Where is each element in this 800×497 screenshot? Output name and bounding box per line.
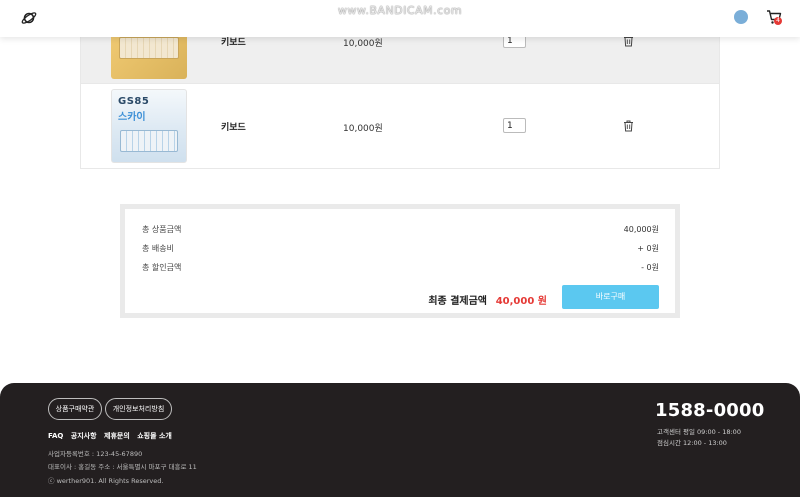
footer-links: FAQ 공지사항 제휴문의 쇼핑몰 소개 xyxy=(48,431,177,441)
final-payment-amount: 40,000 원 xyxy=(495,296,547,307)
quantity-input[interactable] xyxy=(503,118,526,133)
footer-link-faq[interactable]: FAQ xyxy=(48,432,63,440)
product-thumbnail[interactable]: GS85 스카이 xyxy=(111,89,187,163)
user-avatar-icon[interactable] xyxy=(734,10,748,24)
site-footer: 상품구매약관 개인정보처리방침 FAQ 공지사항 제휴문의 쇼핑몰 소개 사업자… xyxy=(0,383,800,497)
cart-item-row: GS85 스카이 키보드 10,000원 xyxy=(80,84,720,169)
product-price: 10,000원 xyxy=(343,124,383,134)
thumbnail-text: 스카이 xyxy=(118,112,146,123)
summary-value: - 0원 xyxy=(641,263,659,272)
cart-page: www.BANDICAM.com 4 키보드 10,000원 GS85 스 xyxy=(0,0,800,497)
final-payment: 최종 결제금액 40,000 원 바로구매 xyxy=(125,285,675,311)
site-header: www.BANDICAM.com 4 xyxy=(0,0,800,37)
copyright: ⓒ werther901. All Rights Reserved. xyxy=(48,477,164,485)
footer-link-about[interactable]: 쇼핑몰 소개 xyxy=(137,432,172,440)
summary-discount: 총 할인금액 - 0원 xyxy=(142,262,659,273)
ceo-address: 대표이사 : 홍길동 주소 : 서울특별시 마포구 대흥로 11 xyxy=(48,463,197,471)
summary-shipping: 총 배송비 + 0원 xyxy=(142,243,659,254)
order-summary: 총 상품금액 40,000원 총 배송비 + 0원 총 할인금액 - 0원 최종… xyxy=(120,204,680,318)
product-name[interactable]: 키보드 xyxy=(221,120,246,133)
product-price: 10,000원 xyxy=(343,39,383,49)
summary-product-total: 총 상품금액 40,000원 xyxy=(142,224,659,235)
lunch-hours: 점심시간 12:00 - 13:00 xyxy=(657,439,727,447)
summary-value: 40,000원 xyxy=(623,225,659,234)
summary-label: 총 배송비 xyxy=(142,244,174,253)
summary-label: 총 상품금액 xyxy=(142,225,182,234)
footer-link-notice[interactable]: 공지사항 xyxy=(71,432,97,440)
terms-button[interactable]: 상품구매약관 xyxy=(48,398,102,420)
footer-link-partnership[interactable]: 제휴문의 xyxy=(104,432,130,440)
business-number: 사업자등록번호 : 123-45-67890 xyxy=(48,450,143,458)
keyboard-image-icon xyxy=(120,130,178,152)
cart-count-badge: 4 xyxy=(774,17,782,25)
keyboard-image-icon xyxy=(119,37,179,59)
buy-now-button[interactable]: 바로구매 xyxy=(562,285,659,309)
service-hours: 고객센터 평일 09:00 - 18:00 xyxy=(657,428,741,436)
summary-label: 총 할인금액 xyxy=(142,263,182,272)
trash-icon[interactable] xyxy=(623,120,634,132)
privacy-policy-button[interactable]: 개인정보처리방침 xyxy=(105,398,172,420)
summary-value: + 0원 xyxy=(637,244,659,253)
recorder-watermark: www.BANDICAM.com xyxy=(337,4,463,17)
thumbnail-text: GS85 xyxy=(118,96,150,107)
final-payment-label: 최종 결제금액 xyxy=(428,296,487,307)
customer-center-phone: 1588-0000 xyxy=(655,400,765,421)
